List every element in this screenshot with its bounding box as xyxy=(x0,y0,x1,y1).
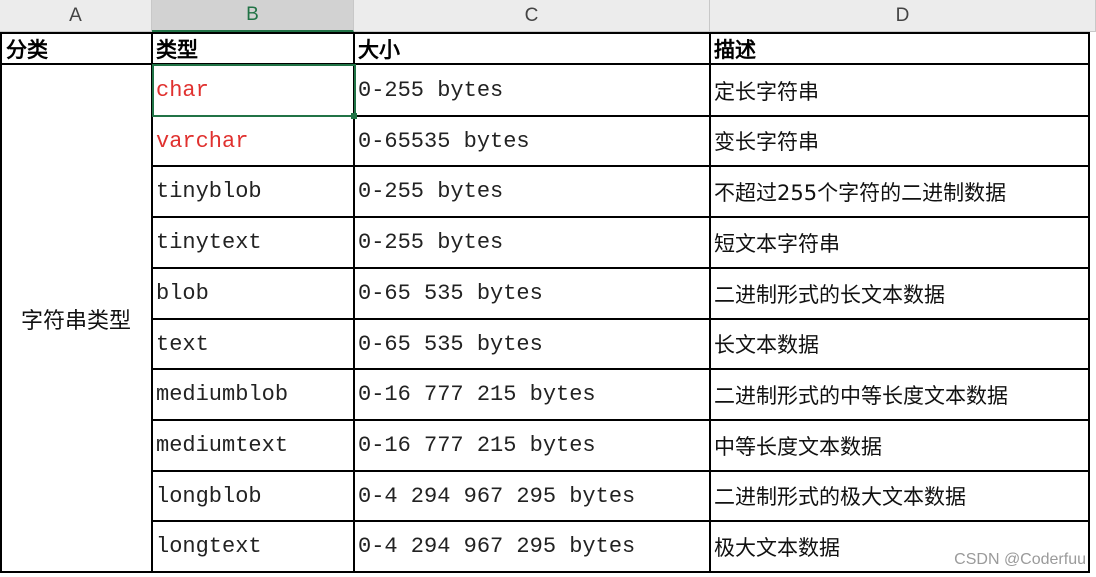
type-cell[interactable]: tinytext xyxy=(152,217,354,268)
header-cell-category[interactable]: 分类 xyxy=(2,34,152,64)
type-cell[interactable]: blob xyxy=(152,268,354,319)
grid-line-row xyxy=(152,470,1090,472)
grid-line-row xyxy=(152,165,1090,167)
description-cell[interactable]: 不超过255个字符的二进制数据 xyxy=(710,166,1088,217)
description-cell[interactable]: 定长字符串 xyxy=(710,65,1088,116)
size-cell[interactable]: 0-65 535 bytes xyxy=(354,319,710,369)
spreadsheet: A B C D 分类 类型 大小 描述 字符串类型 char 0-255 byte… xyxy=(0,0,1096,577)
grid-line-bottom xyxy=(0,571,1090,573)
type-cell[interactable]: tinyblob xyxy=(152,166,354,217)
description-cell[interactable]: 二进制形式的中等长度文本数据 xyxy=(710,369,1088,420)
column-header-a[interactable]: A xyxy=(0,0,152,32)
category-cell[interactable]: 字符串类型 xyxy=(0,65,152,572)
size-cell[interactable]: 0-4 294 967 295 bytes xyxy=(354,471,710,521)
grid-line-top xyxy=(0,32,1090,34)
description-cell[interactable]: 变长字符串 xyxy=(710,116,1088,166)
column-header-b[interactable]: B xyxy=(152,0,354,32)
type-cell[interactable]: longtext xyxy=(152,521,354,572)
type-cell[interactable]: mediumtext xyxy=(152,420,354,471)
grid-line-row xyxy=(152,267,1090,269)
column-header-c[interactable]: C xyxy=(354,0,710,32)
grid-line-row xyxy=(152,318,1090,320)
type-cell[interactable]: text xyxy=(152,319,354,369)
size-cell[interactable]: 0-255 bytes xyxy=(354,65,710,116)
description-cell[interactable]: 中等长度文本数据 xyxy=(710,420,1088,471)
grid-line-row xyxy=(152,115,1090,117)
type-cell[interactable]: mediumblob xyxy=(152,369,354,420)
type-cell[interactable]: char xyxy=(152,65,354,116)
size-cell[interactable]: 0-65535 bytes xyxy=(354,116,710,166)
grid-line-row xyxy=(152,520,1090,522)
header-cell-description[interactable]: 描述 xyxy=(710,34,1088,64)
watermark: CSDN @Coderfuu xyxy=(954,551,1086,568)
grid-line-header-bottom xyxy=(0,63,1090,65)
description-cell[interactable]: 短文本字符串 xyxy=(710,217,1088,268)
grid-line-row xyxy=(152,368,1090,370)
size-cell[interactable]: 0-65 535 bytes xyxy=(354,268,710,319)
size-cell[interactable]: 0-255 bytes xyxy=(354,217,710,268)
size-cell[interactable]: 0-16 777 215 bytes xyxy=(354,420,710,471)
grid-line-col-a xyxy=(151,32,153,573)
type-cell[interactable]: longblob xyxy=(152,471,354,521)
description-cell[interactable]: 长文本数据 xyxy=(710,319,1088,369)
grid-line-left xyxy=(0,32,2,573)
description-cell[interactable]: 二进制形式的极大文本数据 xyxy=(710,471,1088,521)
grid-line-right xyxy=(1088,32,1090,573)
header-cell-size[interactable]: 大小 xyxy=(354,34,710,64)
description-cell[interactable]: 二进制形式的长文本数据 xyxy=(710,268,1088,319)
size-cell[interactable]: 0-255 bytes xyxy=(354,166,710,217)
grid-line-row xyxy=(152,419,1090,421)
grid-line-row xyxy=(152,216,1090,218)
column-header-d[interactable]: D xyxy=(710,0,1096,32)
header-cell-type[interactable]: 类型 xyxy=(152,34,354,64)
type-cell[interactable]: varchar xyxy=(152,116,354,166)
grid-line-col-c xyxy=(709,32,711,573)
fill-handle[interactable] xyxy=(351,113,357,119)
size-cell[interactable]: 0-4 294 967 295 bytes xyxy=(354,521,710,572)
size-cell[interactable]: 0-16 777 215 bytes xyxy=(354,369,710,420)
